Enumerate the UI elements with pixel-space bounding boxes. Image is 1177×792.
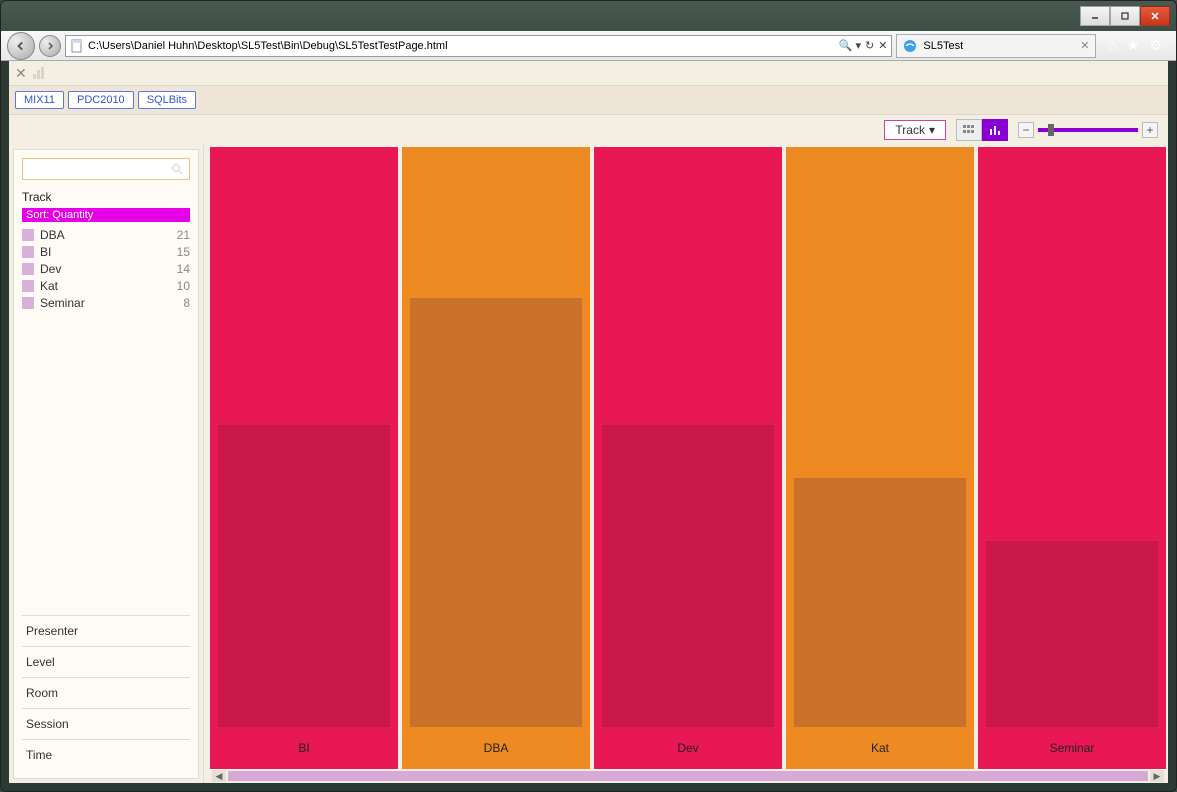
scroll-right-icon[interactable]: ▶ [1150, 770, 1164, 782]
sidebar-section[interactable]: Session [22, 708, 190, 739]
bar-foreground[interactable] [218, 425, 390, 727]
item-count: 10 [177, 279, 190, 293]
chevron-down-icon: ▾ [929, 123, 935, 137]
grid-view-button[interactable] [956, 119, 982, 141]
swatch-icon [22, 229, 34, 241]
bar-foreground[interactable] [794, 478, 966, 727]
bar-foreground[interactable] [986, 541, 1158, 727]
filter-pill[interactable]: SQLBits [138, 91, 196, 109]
refresh-icon[interactable]: ↻ [865, 39, 874, 52]
bar-foreground[interactable] [410, 298, 582, 727]
favorites-icon[interactable]: ★ [1127, 37, 1140, 54]
item-count: 14 [177, 262, 190, 276]
sidebar-section[interactable]: Presenter [22, 615, 190, 646]
item-label: Seminar [40, 296, 183, 310]
item-label: Dev [40, 262, 177, 276]
item-label: DBA [40, 228, 177, 242]
filter-bar: MIX11 PDC2010 SQLBits [9, 85, 1168, 115]
close-button[interactable] [1140, 6, 1170, 26]
clear-icon[interactable]: ✕ [15, 65, 27, 82]
browser-navbar: C:\Users\Daniel Huhn\Desktop\SL5Test\Bin… [1, 31, 1176, 61]
address-bar[interactable]: C:\Users\Daniel Huhn\Desktop\SL5Test\Bin… [65, 35, 892, 57]
scroll-left-icon[interactable]: ◀ [212, 770, 226, 782]
filter-pill[interactable]: PDC2010 [68, 91, 134, 109]
browser-tab[interactable]: SL5Test ✕ [896, 34, 1096, 58]
tab-close-icon[interactable]: ✕ [1080, 39, 1089, 52]
search-dropdown-icon[interactable]: 🔍 ▾ [839, 39, 861, 52]
maximize-button[interactable] [1110, 6, 1140, 26]
item-label: Kat [40, 279, 177, 293]
chart-column: DBA [402, 147, 590, 769]
list-item[interactable]: DBA21 [22, 228, 190, 242]
chart-column: BI [210, 147, 398, 769]
chart-label: Seminar [978, 727, 1166, 769]
category-title: Track [22, 190, 190, 204]
mini-chart-icon [33, 67, 44, 79]
group-dropdown[interactable]: Track ▾ [884, 120, 946, 140]
zoom-out-button[interactable]: − [1018, 122, 1034, 138]
zoom-in-button[interactable]: + [1142, 122, 1158, 138]
url-text: C:\Users\Daniel Huhn\Desktop\SL5Test\Bin… [88, 40, 448, 52]
chart-label: Dev [594, 727, 782, 769]
stop-icon[interactable]: ✕ [878, 39, 887, 52]
scroll-track[interactable] [228, 771, 1148, 781]
list-item[interactable]: Kat10 [22, 279, 190, 293]
chart-label: Kat [786, 727, 974, 769]
bar-foreground[interactable] [602, 425, 774, 727]
sidebar-section[interactable]: Room [22, 677, 190, 708]
back-button[interactable] [7, 32, 35, 60]
swatch-icon [22, 246, 34, 258]
filter-pill[interactable]: MIX11 [15, 91, 64, 109]
chart-column: Seminar [978, 147, 1166, 769]
window-titlebar [1, 1, 1176, 31]
swatch-icon [22, 263, 34, 275]
chart-column: Dev [594, 147, 782, 769]
bar-chart: BIDBADevKatSeminar [210, 147, 1166, 769]
sidebar-section[interactable]: Time [22, 739, 190, 770]
home-icon[interactable]: ⌂ [1108, 37, 1116, 54]
minimize-button[interactable] [1080, 6, 1110, 26]
list-item[interactable]: Seminar8 [22, 296, 190, 310]
chart-label: DBA [402, 727, 590, 769]
chart-column: Kat [786, 147, 974, 769]
group-dropdown-label: Track [895, 123, 925, 137]
list-item[interactable]: Dev14 [22, 262, 190, 276]
search-icon [171, 163, 183, 175]
swatch-icon [22, 297, 34, 309]
chart-label: BI [210, 727, 398, 769]
item-count: 8 [183, 296, 190, 310]
page-icon [70, 39, 84, 53]
tools-icon[interactable]: ⚙ [1149, 37, 1162, 54]
sort-badge[interactable]: Sort: Quantity [22, 208, 190, 222]
search-input[interactable] [22, 158, 190, 180]
item-count: 21 [177, 228, 190, 242]
ie-icon [903, 39, 917, 53]
tab-title: SL5Test [923, 40, 963, 52]
list-item[interactable]: BI15 [22, 245, 190, 259]
horizontal-scrollbar[interactable]: ◀ ▶ [210, 769, 1166, 783]
bar-view-button[interactable] [982, 119, 1008, 141]
forward-button[interactable] [39, 35, 61, 57]
sidebar-section[interactable]: Level [22, 646, 190, 677]
swatch-icon [22, 280, 34, 292]
item-count: 15 [177, 245, 190, 259]
zoom-slider[interactable] [1038, 128, 1138, 132]
item-label: BI [40, 245, 177, 259]
